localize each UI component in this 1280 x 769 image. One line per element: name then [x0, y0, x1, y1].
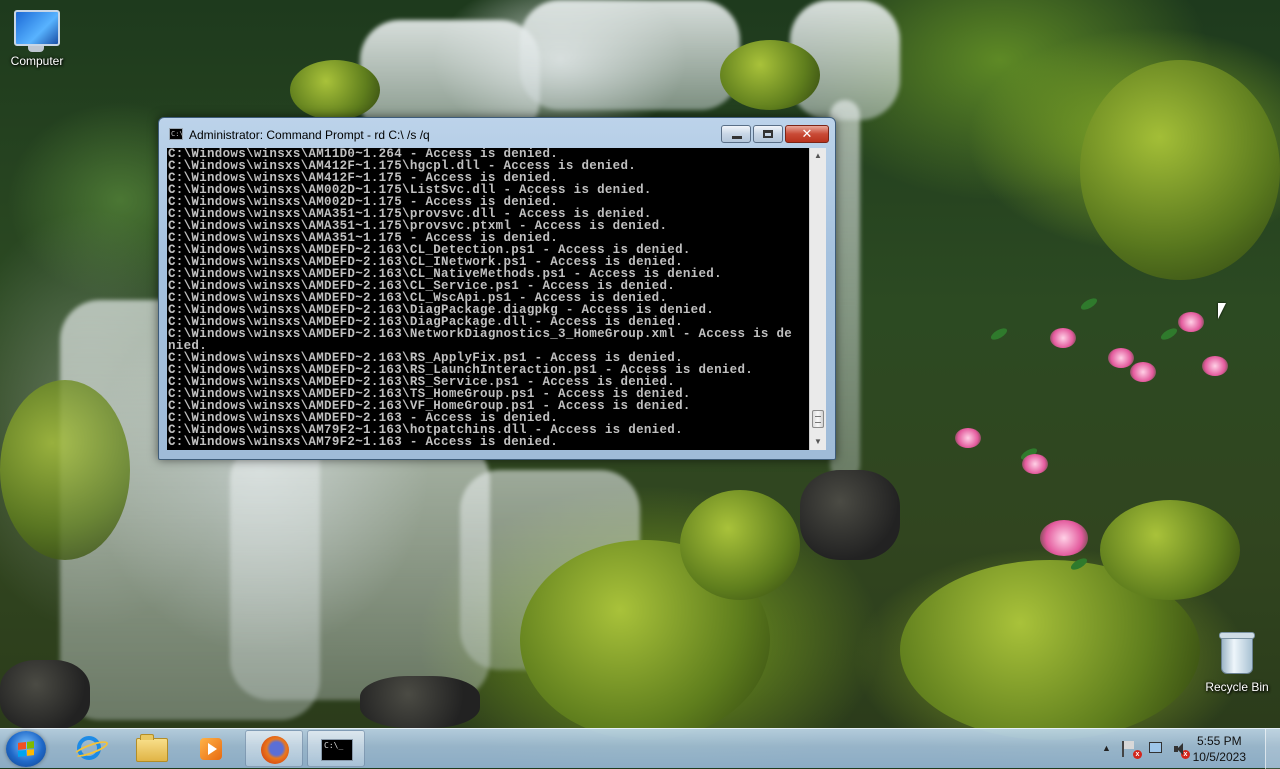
- recycle-bin-icon: [1219, 632, 1255, 674]
- taskbar-command-prompt[interactable]: C:\_: [307, 730, 365, 767]
- internet-explorer-icon: [77, 736, 101, 760]
- action-center-flag-icon[interactable]: x: [1122, 741, 1142, 759]
- show-hidden-icons-arrow[interactable]: ▲: [1102, 743, 1111, 753]
- caption-buttons: ✕: [719, 125, 829, 143]
- scroll-down-arrow-icon[interactable]: ▼: [810, 434, 826, 450]
- volume-muted-icon[interactable]: x: [1172, 741, 1190, 759]
- close-button[interactable]: ✕: [785, 125, 829, 143]
- start-button[interactable]: [6, 731, 46, 767]
- taskbar-media-player[interactable]: [182, 730, 240, 767]
- window-titlebar[interactable]: C:\ Administrator: Command Prompt - rd C…: [159, 118, 835, 148]
- firefox-icon: [261, 736, 289, 764]
- scrollbar-thumb[interactable]: [812, 410, 824, 428]
- windows-logo-icon: [18, 741, 34, 757]
- close-icon: ✕: [801, 126, 813, 141]
- vertical-scrollbar[interactable]: ▲ ▼: [809, 148, 826, 450]
- taskbar-firefox[interactable]: [245, 730, 303, 767]
- console-line: C:\Windows\winsxs\AMDEFD~2.163\NetworkDi…: [168, 327, 793, 341]
- console-output[interactable]: C:\Windows\winsxs\AM11D0~1.264 - Access …: [167, 148, 809, 450]
- minimize-button[interactable]: [721, 125, 751, 143]
- console-text: C:\Windows\winsxs\AM11D0~1.264 - Access …: [167, 148, 809, 448]
- taskbar-windows-explorer[interactable]: [122, 730, 180, 767]
- clock-date: 10/5/2023: [1192, 750, 1246, 764]
- computer-icon: [14, 10, 60, 52]
- taskbar: C:\_ ▲ x x 5:55 PM 10/5/2023: [0, 728, 1280, 769]
- window-title: Administrator: Command Prompt - rd C:\ /…: [189, 128, 430, 142]
- media-player-icon: [200, 738, 222, 760]
- command-prompt-window[interactable]: C:\ Administrator: Command Prompt - rd C…: [158, 117, 836, 460]
- clock[interactable]: 5:55 PM 10/5/2023: [1193, 733, 1246, 765]
- desktop-icon-computer[interactable]: Computer: [0, 10, 74, 68]
- command-prompt-icon: C:\: [169, 128, 184, 140]
- desktop-icon-recycle-bin[interactable]: Recycle Bin: [1200, 632, 1274, 694]
- console-line: C:\Windows\winsxs\AM79F2~1.163 - Access …: [168, 435, 559, 449]
- minimize-icon: [732, 136, 742, 139]
- desktop-icon-label: Computer: [10, 54, 64, 68]
- maximize-button[interactable]: [753, 125, 783, 143]
- clock-time: 5:55 PM: [1196, 734, 1242, 748]
- show-desktop-button[interactable]: [1265, 729, 1280, 769]
- scroll-up-arrow-icon[interactable]: ▲: [810, 148, 826, 164]
- folder-icon: [136, 734, 168, 762]
- network-icon[interactable]: [1148, 741, 1164, 757]
- desktop-icon-label: Recycle Bin: [1205, 680, 1269, 694]
- taskbar-internet-explorer[interactable]: [60, 730, 118, 767]
- maximize-icon: [763, 130, 773, 138]
- mouse-pointer-icon: [1218, 303, 1226, 319]
- command-prompt-icon: C:\_: [321, 739, 353, 761]
